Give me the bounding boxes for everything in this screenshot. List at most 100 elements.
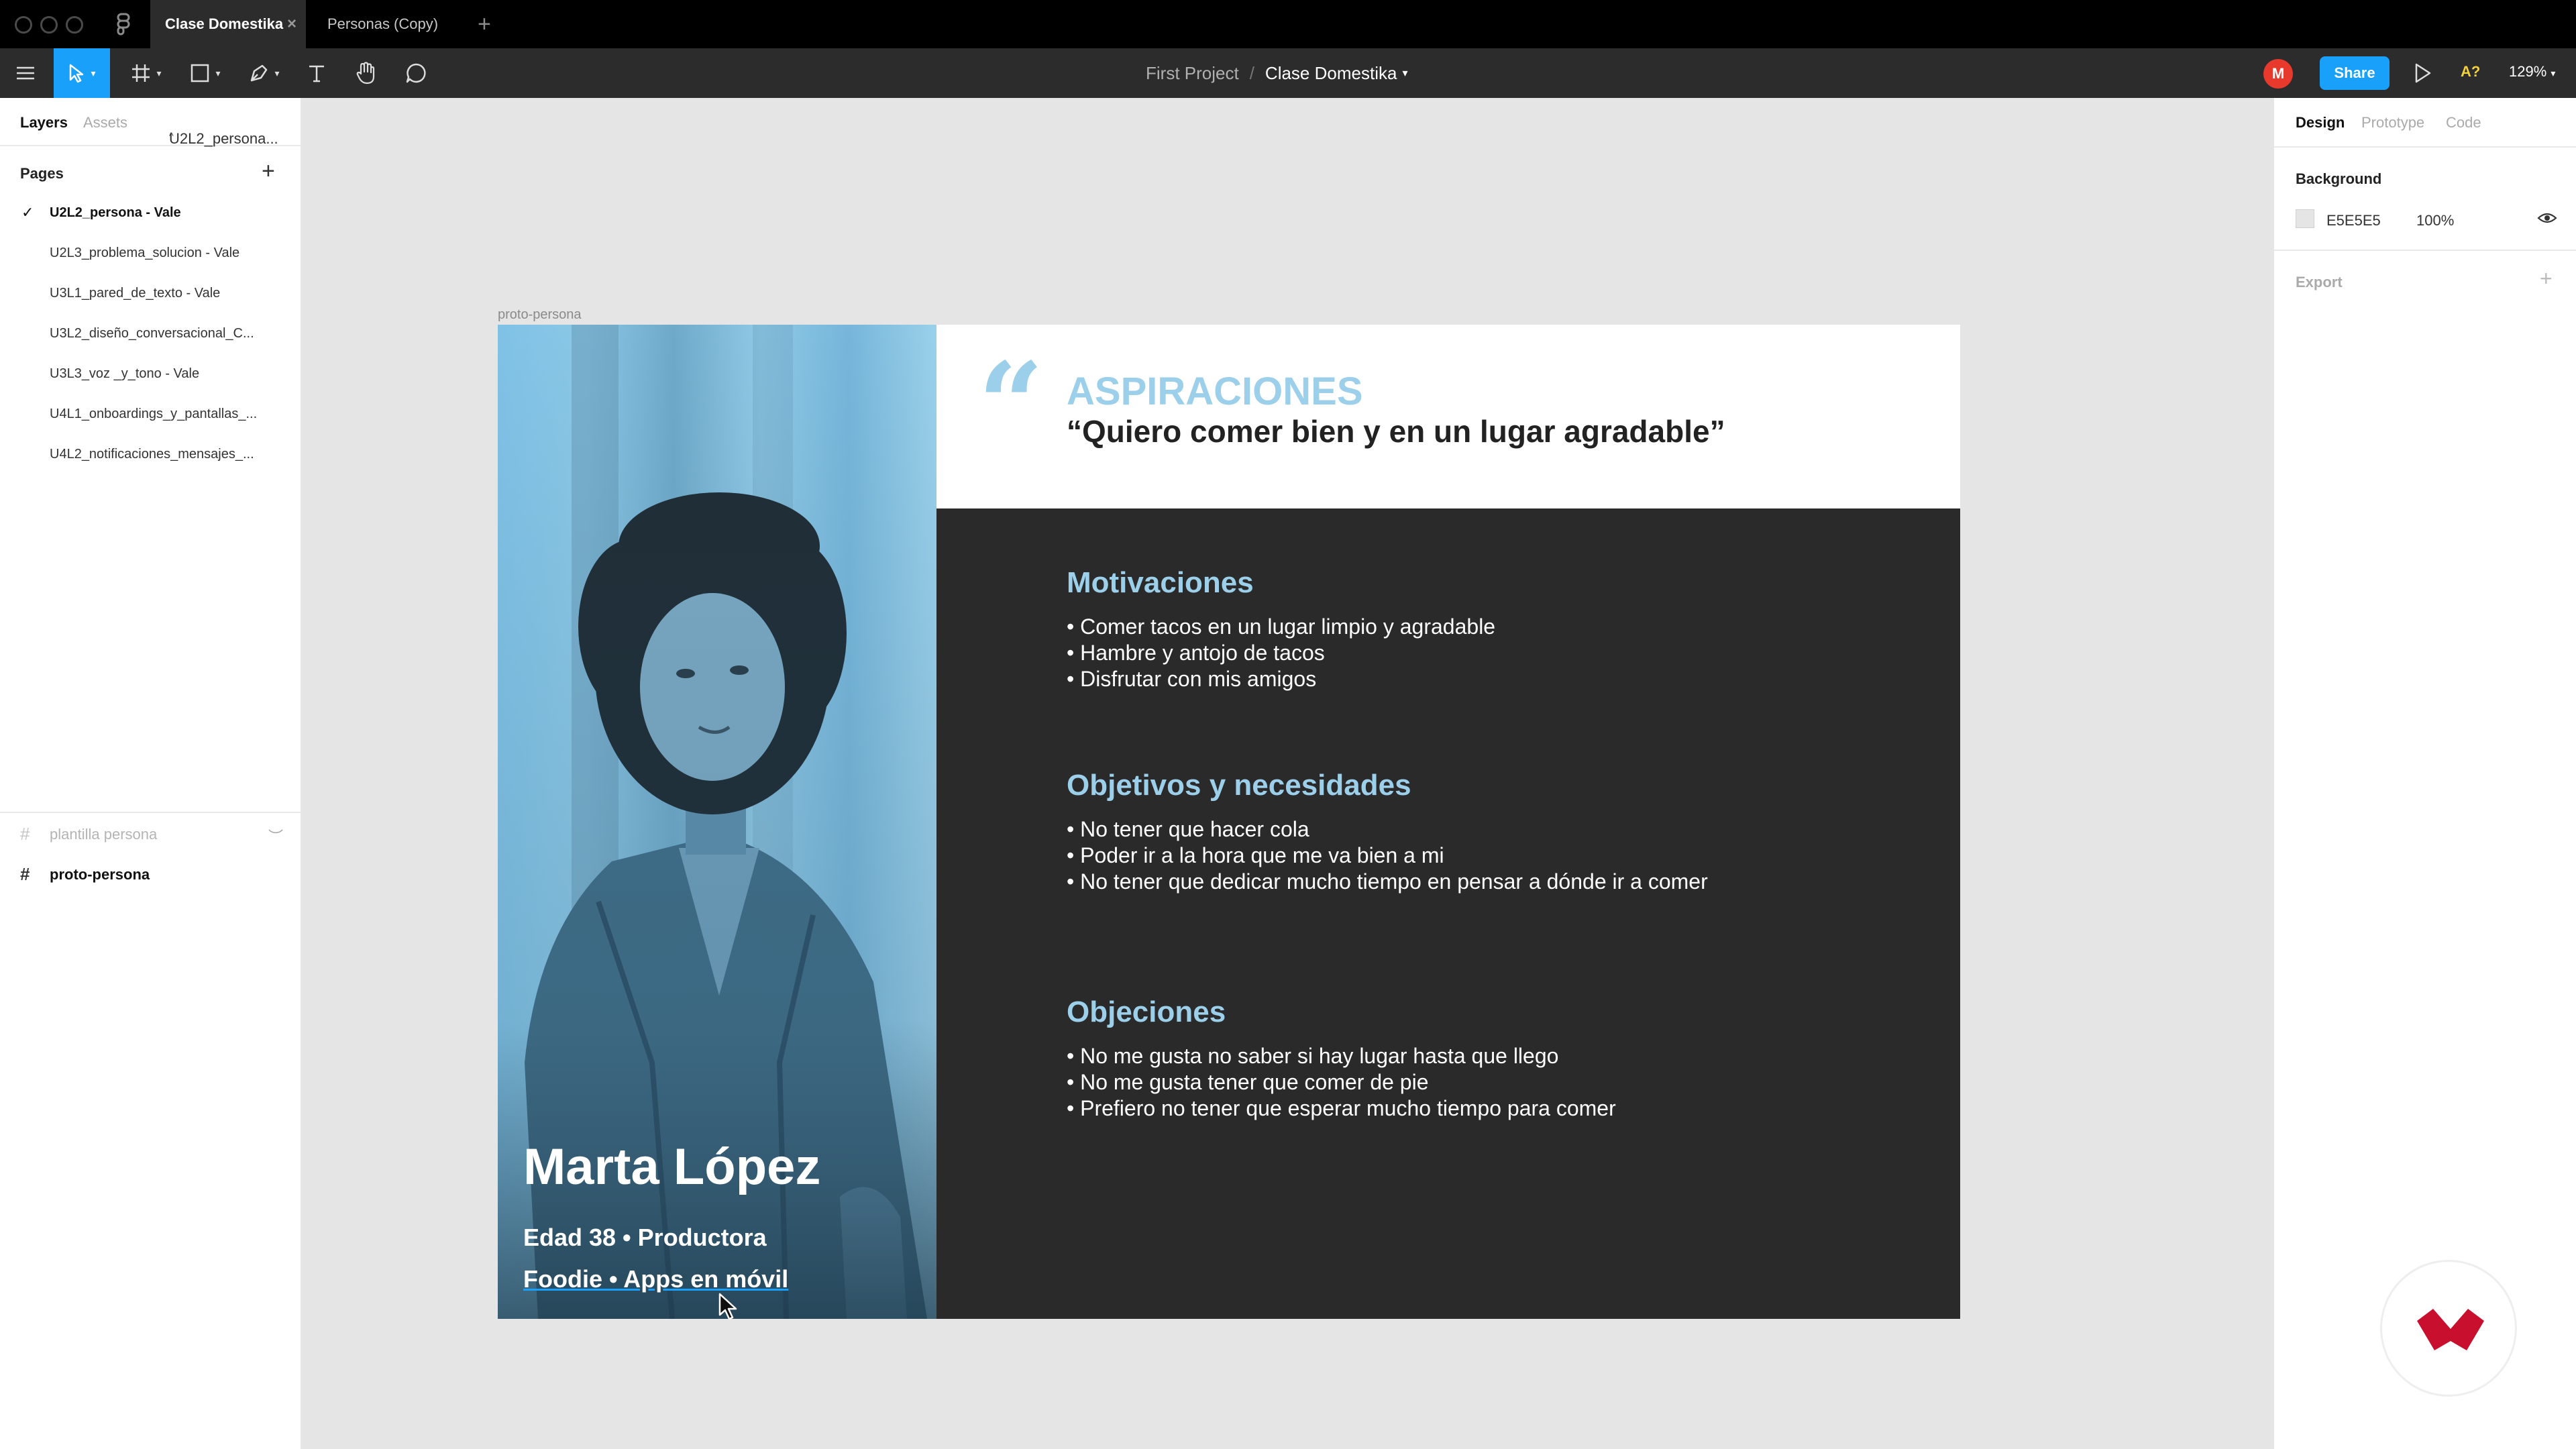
page-item[interactable]: U2L2_persona - Vale xyxy=(50,205,181,221)
shape-tool-button[interactable]: ▾ xyxy=(182,48,228,98)
export-heading: Export xyxy=(2296,274,2343,290)
present-play-icon[interactable] xyxy=(2412,62,2432,85)
list-item: • No tener que hacer cola xyxy=(1067,817,1309,841)
page-item[interactable]: U3L1_pared_de_texto - Vale xyxy=(50,286,220,301)
section-title-objetivos: Objetivos y necesidades xyxy=(1067,769,1411,802)
text-tool-button[interactable] xyxy=(301,48,333,98)
eye-icon[interactable] xyxy=(2537,211,2557,225)
pen-tool-button[interactable]: ▾ xyxy=(241,48,287,98)
breadcrumb-project[interactable]: First Project xyxy=(1146,63,1239,84)
page-item[interactable]: U2L3_problema_solucion - Vale xyxy=(50,246,239,261)
persona-photo: Marta López Edad 38 • Productora Foodie … xyxy=(498,325,936,1319)
mouse-cursor-icon xyxy=(718,1293,737,1320)
list-item: • Hambre y antojo de tacos xyxy=(1067,641,1325,665)
list-item: • Prefiero no tener que esperar mucho ti… xyxy=(1067,1096,1616,1120)
tab-clase-domestika[interactable]: Clase Domestika × xyxy=(150,0,306,48)
rectangle-icon xyxy=(191,64,209,83)
domestika-logo xyxy=(2380,1260,2517,1397)
current-page-label: U2L2_persona... xyxy=(169,130,278,147)
chevron-down-icon: ▾ xyxy=(274,67,280,78)
breadcrumb: First Project / Clase Domestika ▾ xyxy=(1146,48,1407,98)
right-sidebar: Design Prototype Code Background E5E5E5 … xyxy=(2273,98,2576,1449)
minimize-window-button[interactable] xyxy=(40,16,58,34)
comment-tool-button[interactable] xyxy=(400,48,432,98)
frame-icon: # xyxy=(20,864,30,884)
layer-label: proto-persona xyxy=(50,865,150,883)
aspirations-title: ASPIRACIONES xyxy=(1067,370,1363,413)
chevron-down-icon: ▾ xyxy=(215,67,221,78)
avatar[interactable]: M xyxy=(2263,59,2293,89)
chevron-down-icon[interactable]: ▾ xyxy=(1402,66,1407,80)
tab-label: Clase Domestika xyxy=(165,15,284,32)
layer-row[interactable]: # plantilla persona xyxy=(20,824,157,845)
persona-frame[interactable]: Marta López Edad 38 • Productora Foodie … xyxy=(498,325,1960,1319)
pointer-icon xyxy=(70,64,84,83)
zoom-dropdown[interactable]: 129% ▾ xyxy=(2509,63,2555,80)
list-item: • No me gusta no saber si hay lugar hast… xyxy=(1067,1044,1559,1068)
list-item: • No tener que dedicar mucho tiempo en p… xyxy=(1067,869,1708,894)
panel-divider[interactable] xyxy=(0,812,301,813)
add-export-button[interactable]: + xyxy=(2540,267,2553,290)
aspirations-quote: “Quiero comer bien y en un lugar agradab… xyxy=(1067,414,1725,449)
layer-label: plantilla persona xyxy=(50,825,158,843)
layer-row[interactable]: # proto-persona xyxy=(20,864,150,885)
tab-prototype[interactable]: Prototype xyxy=(2361,114,2424,131)
page-item[interactable]: U4L1_onboardings_y_pantallas_... xyxy=(50,407,257,422)
background-hex-input[interactable]: E5E5E5 xyxy=(2326,212,2381,229)
check-icon: ✓ xyxy=(21,204,34,221)
breadcrumb-file[interactable]: Clase Domestika xyxy=(1265,63,1397,84)
text-icon xyxy=(309,65,324,83)
page-item[interactable]: U3L2_diseño_conversacional_C... xyxy=(50,326,254,341)
close-window-button[interactable] xyxy=(15,16,32,34)
new-tab-button[interactable]: + xyxy=(478,12,491,36)
list-item: • No me gusta tener que comer de pie xyxy=(1067,1070,1429,1094)
move-tool-button[interactable]: ▾ xyxy=(54,48,110,98)
share-button[interactable]: Share xyxy=(2320,56,2390,90)
hamburger-icon xyxy=(17,66,34,80)
tab-label: Personas (Copy) xyxy=(327,15,439,32)
background-opacity-input[interactable]: 100% xyxy=(2416,212,2454,229)
hand-tool-button[interactable] xyxy=(350,48,382,98)
tab-layers[interactable]: Layers xyxy=(20,114,68,131)
frame-tool-button[interactable]: ▾ xyxy=(123,48,169,98)
accessibility-check-button[interactable]: A? xyxy=(2461,63,2480,80)
persona-age-role: Edad 38 • Productora xyxy=(523,1224,767,1251)
pen-icon xyxy=(251,64,268,82)
page-item[interactable]: U4L2_notificaciones_mensajes_... xyxy=(50,447,254,462)
close-tab-icon[interactable]: × xyxy=(287,16,297,32)
background-color-swatch[interactable] xyxy=(2296,209,2314,228)
section-title-objeciones: Objeciones xyxy=(1067,996,1226,1028)
comment-icon xyxy=(406,63,426,83)
list-item: • Comer tacos en un lugar limpio y agrad… xyxy=(1067,614,1496,639)
panel-divider xyxy=(2274,250,2576,251)
section-title-motivaciones: Motivaciones xyxy=(1067,566,1254,599)
title-bar: Clase Domestika × Personas (Copy) + xyxy=(0,0,2576,48)
aspirations-block: “ ASPIRACIONES “Quiero comer bien y en u… xyxy=(936,325,1960,508)
breadcrumb-separator: / xyxy=(1249,62,1254,83)
tab-design[interactable]: Design xyxy=(2296,114,2345,131)
tab-personas-copy[interactable]: Personas (Copy) xyxy=(313,0,466,48)
chevron-down-icon: ▾ xyxy=(2551,68,2556,78)
frame-icon xyxy=(132,64,150,82)
eye-closed-icon[interactable]: ︶ xyxy=(268,825,283,847)
tab-assets[interactable]: Assets xyxy=(83,114,127,131)
persona-interests[interactable]: Foodie • Apps en móvil xyxy=(523,1265,788,1293)
list-item: • Poder ir a la hora que me va bien a mi xyxy=(1067,843,1444,867)
tab-code[interactable]: Code xyxy=(2446,114,2481,131)
persona-name: Marta López xyxy=(523,1138,821,1195)
main-menu-button[interactable] xyxy=(12,48,39,98)
left-sidebar: Layers Assets U2L2_persona... ^ Pages + … xyxy=(0,98,302,1449)
frame-label[interactable]: proto-persona xyxy=(498,307,582,323)
chevron-down-icon: ▾ xyxy=(156,67,162,78)
domestika-logo-icon xyxy=(2417,1309,2484,1350)
figma-menu-icon[interactable] xyxy=(111,12,136,36)
quote-mark-icon: “ xyxy=(978,337,1044,472)
maximize-window-button[interactable] xyxy=(66,16,83,34)
zoom-level: 129% xyxy=(2509,63,2547,80)
add-page-button[interactable]: + xyxy=(262,160,275,182)
left-panel-tabs: Layers Assets U2L2_persona... ^ xyxy=(0,98,301,147)
chevron-down-icon: ▾ xyxy=(91,67,96,78)
background-heading: Background xyxy=(2296,170,2382,187)
frame-icon: # xyxy=(20,824,30,844)
page-item[interactable]: U3L3_voz _y_tono - Vale xyxy=(50,366,199,382)
